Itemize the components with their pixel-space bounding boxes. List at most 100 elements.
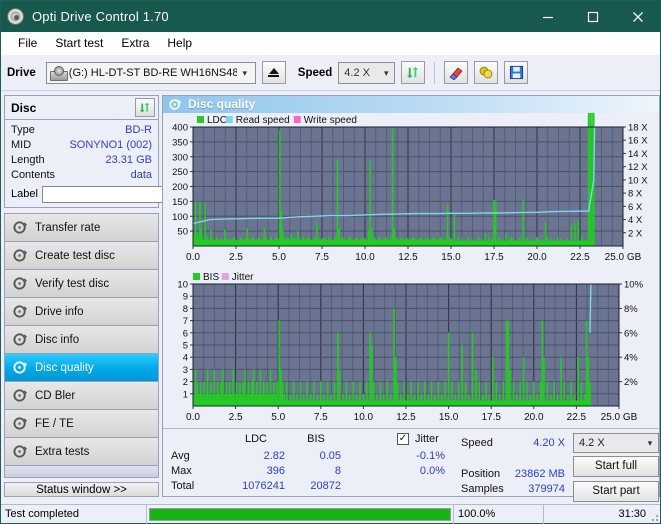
checkbox-checked-icon: ✓ [397, 432, 409, 445]
save-button[interactable] [504, 61, 529, 84]
plug-icon [479, 66, 493, 79]
svg-text:14 X: 14 X [628, 149, 648, 160]
ldc-read-speed-chart: 50 100 150 200 250 300 350 400 2 X 4 X 6 X 8 X 10 X 1… [172, 112, 648, 263]
ldc-avg-value: 2.82 [263, 449, 285, 462]
menu-file[interactable]: File [9, 34, 46, 52]
start-full-button[interactable]: Start full [573, 455, 659, 477]
speed-stat-value: 4.20 X [533, 436, 565, 449]
sidebar-item-fe-te[interactable]: FE / TE [5, 410, 158, 438]
sidebar-item-label: CD Bler [35, 389, 76, 402]
sidebar-item-verify-test-disc[interactable]: Verify test disc [5, 270, 158, 298]
speed-select[interactable]: 4.2 X ▾ [338, 61, 396, 84]
title-bar: Opti Drive Control 1.70 [1, 1, 660, 32]
svg-text:3: 3 [183, 364, 188, 375]
menu-extra[interactable]: Extra [112, 34, 158, 52]
progress-percent: 100.0% [454, 504, 544, 524]
position-label: Position [461, 467, 501, 480]
drive-icon [49, 65, 68, 81]
svg-text:100: 100 [172, 211, 188, 222]
jitter-checkbox[interactable]: ✓ [397, 432, 409, 445]
refresh-button[interactable] [401, 61, 426, 84]
main-panel: Disc quality 50 100 150 200 250 300 350 400 2 X 4… [162, 95, 660, 502]
disc-panel: Disc Type BD-R MID SONYNO1 (002) Length … [4, 95, 244, 208]
resize-grip[interactable] [646, 509, 658, 521]
elapsed-time: 31:30 [618, 508, 646, 520]
svg-text:8 X: 8 X [628, 188, 643, 199]
test-speed-select[interactable]: 4.2 X ▾ [573, 432, 659, 453]
svg-text:25.0 GB: 25.0 GB [605, 252, 642, 263]
disc-quality-icon [169, 99, 182, 110]
chevron-down-icon: ▾ [647, 437, 653, 448]
svg-text:22.5: 22.5 [567, 412, 587, 423]
svg-text:2.5: 2.5 [229, 252, 243, 263]
disc-refresh-button[interactable] [135, 98, 155, 117]
svg-text:2 X: 2 X [628, 228, 643, 239]
svg-text:20.0: 20.0 [524, 412, 544, 423]
menu-help[interactable]: Help [158, 34, 201, 52]
svg-text:4: 4 [183, 352, 188, 363]
status-window-button[interactable]: Status window >> [4, 482, 159, 497]
sidebar-nav: Transfer rate Create test disc Verify te… [4, 213, 159, 478]
svg-text:8%: 8% [624, 303, 638, 314]
svg-text:150: 150 [172, 196, 188, 207]
refresh-icon [406, 66, 418, 79]
disc-row-type: Type BD-R [11, 123, 152, 138]
disc-type-value: BD-R [125, 124, 152, 136]
sidebar-item-cd-bler[interactable]: CD Bler [5, 382, 158, 410]
svg-text:10%: 10% [624, 279, 644, 290]
sidebar-item-transfer-rate[interactable]: Transfer rate [5, 214, 158, 242]
svg-text:15.0: 15.0 [439, 412, 459, 423]
jitter-avg-value: -0.1% [416, 449, 445, 462]
sidebar-item-label: Verify test disc [35, 277, 110, 290]
ldc-max-value: 396 [266, 464, 285, 477]
sidebar-item-disc-quality[interactable]: Disc quality [5, 354, 158, 382]
app-window: Opti Drive Control 1.70 File Start test … [0, 0, 661, 524]
eject-button[interactable] [261, 61, 286, 84]
sidebar-item-extra-tests[interactable]: Extra tests [5, 438, 158, 466]
plug-button[interactable] [474, 61, 499, 84]
svg-text:6: 6 [183, 328, 188, 339]
maximize-icon[interactable] [570, 1, 615, 32]
refresh-icon [139, 102, 150, 113]
svg-text:6%: 6% [624, 328, 638, 339]
svg-text:10 X: 10 X [628, 175, 648, 186]
sidebar-item-label: Transfer rate [35, 221, 101, 234]
svg-text:10: 10 [177, 279, 188, 290]
svg-text:50: 50 [177, 226, 188, 237]
stats-left: LDC BIS Avg Max Total 2.82 396 1076241 0… [163, 431, 451, 496]
bis-total-value: 20872 [310, 479, 341, 492]
samples-label: Samples [461, 482, 504, 495]
erase-button[interactable] [444, 61, 469, 84]
svg-text:12.5: 12.5 [398, 252, 418, 263]
start-part-button[interactable]: Start part [573, 480, 659, 502]
sidebar-item-disc-info[interactable]: Disc info [5, 326, 158, 354]
svg-text:25.0 GB: 25.0 GB [601, 412, 638, 423]
eraser-icon [449, 67, 463, 80]
page-title: Disc quality [188, 97, 256, 112]
stats-panel: LDC BIS Avg Max Total 2.82 396 1076241 0… [163, 427, 659, 502]
sidebar-item-create-test-disc[interactable]: Create test disc [5, 242, 158, 270]
svg-text:17.5: 17.5 [481, 412, 501, 423]
svg-text:400: 400 [172, 122, 188, 133]
svg-text:4%: 4% [624, 352, 638, 363]
svg-text:12.5: 12.5 [396, 412, 416, 423]
disc-contents-value: data [130, 169, 152, 181]
close-icon[interactable] [615, 1, 660, 32]
chevron-down-icon: ▾ [384, 67, 389, 78]
menu-start-test[interactable]: Start test [46, 34, 112, 52]
svg-text:250: 250 [172, 167, 188, 178]
svg-text:2: 2 [183, 377, 188, 388]
status-text: Test completed [1, 504, 147, 524]
minimize-icon[interactable] [525, 1, 570, 32]
svg-text:15.0: 15.0 [441, 252, 461, 263]
sidebar-item-drive-info[interactable]: Drive info [5, 298, 158, 326]
row-header-max: Max [171, 464, 192, 477]
stats-right: Speed 4.20 X 4.2 X ▾ Position 23862 MB S… [451, 431, 659, 502]
svg-text:18 X: 18 X [628, 122, 648, 133]
drive-select[interactable]: (G:) HL-DT-ST BD-RE WH16NS48 1.D3 ▾ [45, 61, 256, 84]
svg-text:5.0: 5.0 [272, 252, 286, 263]
svg-text:BIS: BIS [203, 272, 219, 283]
svg-text:10.0: 10.0 [355, 252, 375, 263]
sidebar-item-label: FE / TE [35, 417, 74, 430]
disc-length-label: Length [11, 154, 45, 166]
